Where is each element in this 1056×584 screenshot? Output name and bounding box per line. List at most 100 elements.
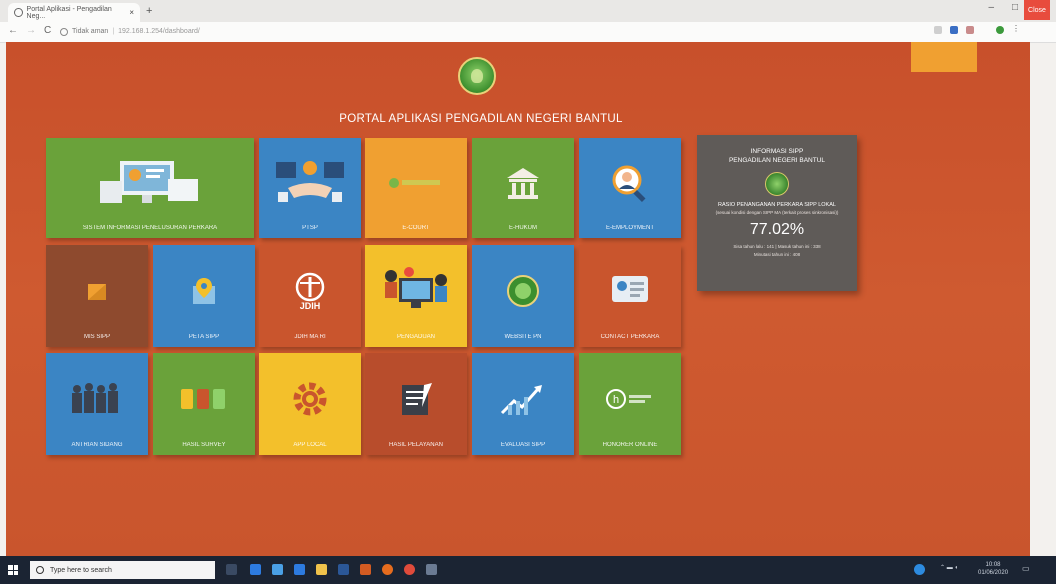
app-tile-label: PTSP <box>302 225 318 231</box>
envelope-icon <box>86 280 108 302</box>
search-icon <box>36 566 44 574</box>
mail-icon[interactable] <box>272 564 283 575</box>
notepad-icon <box>398 381 434 417</box>
app-tile[interactable]: E-COURT <box>365 138 467 238</box>
app-tile[interactable]: E-EMPLOYMENT <box>579 138 681 238</box>
back-button[interactable]: ← <box>8 25 18 36</box>
app-tile-label: ANTRIAN SIDANG <box>71 442 123 448</box>
store-icon[interactable] <box>294 564 305 575</box>
page-title: PORTAL APLIKASI PENGADILAN NEGERI BANTUL <box>339 113 623 125</box>
info-note: (sesuai kondisi dengan SIPP MA (terkait … <box>715 210 839 215</box>
url-field[interactable]: Tidak aman | 192.168.1.254/dashboard/ <box>60 24 920 39</box>
app-tile[interactable]: HASIL PELAYANAN <box>365 353 467 455</box>
info-heading-line2: PENGADILAN NEGERI BANTUL <box>728 157 826 164</box>
app-tile[interactable]: PETA SIPP <box>153 245 255 347</box>
app-tile[interactable]: MIS SIPP <box>46 245 148 347</box>
app-tile[interactable]: PTSP <box>259 138 361 238</box>
notification-icon[interactable]: ▭ <box>1022 564 1030 573</box>
bookmark-star-icon[interactable] <box>950 26 958 34</box>
portal-page: PORTAL APLIKASI PENGADILAN NEGERI BANTUL… <box>6 42 1030 556</box>
edge-icon[interactable] <box>250 564 261 575</box>
taskbar-search-input[interactable]: Type here to search <box>30 561 215 579</box>
app-tile-label: EVALUASI SIPP <box>500 442 546 448</box>
search-placeholder: Type here to search <box>50 566 112 574</box>
url-text: 192.168.1.254/dashboard/ <box>118 28 200 35</box>
app-tile[interactable]: PENGADUAN <box>365 245 467 347</box>
extension-icon[interactable] <box>966 26 974 34</box>
ecourt-logo-icon <box>386 175 446 191</box>
word-icon[interactable] <box>338 564 349 575</box>
court-logo-icon <box>458 57 496 95</box>
app-tile-label: CONTACT PERKARA <box>600 334 660 340</box>
handshake-icon <box>270 158 350 208</box>
address-bar: ← → C Tidak aman | 192.168.1.254/dashboa… <box>0 22 1056 43</box>
stats-line-1: Sisa tahun lalu : 141 | Masuk tahun ini … <box>733 244 821 249</box>
app-tile[interactable]: APP LOCAL <box>259 353 361 455</box>
queue-people-icon <box>69 381 125 417</box>
building-icon <box>505 166 541 200</box>
translate-icon[interactable] <box>934 26 942 34</box>
minimize-button[interactable]: – <box>988 2 994 13</box>
taskbar-clock[interactable]: 10:08 01/06/2020 <box>978 561 1008 577</box>
info-icon <box>60 27 68 36</box>
globe-icon <box>14 8 23 17</box>
new-tab-button[interactable]: + <box>146 5 152 17</box>
app-tile-label: PETA SIPP <box>188 334 220 340</box>
app-tile-label: WEBSITE PN <box>504 334 542 340</box>
ratio-percentage: 77.02% <box>749 221 805 238</box>
forward-button[interactable]: → <box>26 25 36 36</box>
info-subtitle: RASIO PENANGANAN PERKARA SIPP LOKAL <box>718 202 836 208</box>
survey-icon <box>179 387 229 411</box>
court-emblem-icon <box>506 274 540 308</box>
app-tile[interactable]: JDIH JDIH MA RI <box>259 245 361 347</box>
sipp-info-panel: INFORMASI SIPP PENGADILAN NEGERI BANTUL … <box>697 135 857 291</box>
app-tile[interactable]: EVALUASI SIPP <box>472 353 574 455</box>
app-tile-label: HASIL SURVEY <box>182 442 226 448</box>
menu-dots-icon[interactable]: ⋮ <box>1012 24 1020 33</box>
app-tile[interactable]: WEBSITE PN <box>472 245 574 347</box>
app-tile-label: E-HUKUM <box>509 225 537 231</box>
app-tile-label: HASIL PELAYANAN <box>389 442 443 448</box>
app-tile[interactable]: h HONORER ONLINE <box>579 353 681 455</box>
task-view-icon[interactable] <box>226 564 237 575</box>
app-tile[interactable]: SISTEM INFORMASI PENELUSURAN PERKARA <box>46 138 254 238</box>
reload-button[interactable]: C <box>44 25 51 36</box>
app-tile-label: JDIH MA RI <box>294 334 326 340</box>
close-window-button[interactable]: Close <box>1024 0 1050 20</box>
gear-icon <box>290 379 330 419</box>
stats-line-2: Minutasi tahun ini : 408 <box>753 252 801 257</box>
close-label: Close <box>1028 6 1046 14</box>
jdih-scales-icon: JDIH <box>290 271 330 311</box>
windows-start-icon[interactable] <box>8 565 18 575</box>
svg-text:h: h <box>613 394 619 406</box>
h-circle-icon: h <box>605 388 655 410</box>
svg-text:JDIH: JDIH <box>300 301 321 311</box>
chrome-icon[interactable] <box>404 564 415 575</box>
browser-tab-bar: Portal Aplikasi - Pengadilan Neg... × + … <box>0 0 1056 22</box>
corner-accent-block <box>911 42 977 72</box>
app-tile-label: MIS SIPP <box>83 334 110 340</box>
app-tile[interactable]: E-HUKUM <box>472 138 574 238</box>
url-separator: | <box>112 28 115 35</box>
computer-devices-icon <box>100 157 200 209</box>
tray-icons[interactable]: ⌃ ▬ ◖ <box>940 564 958 571</box>
tray-app-icon[interactable] <box>914 564 925 575</box>
app-tile[interactable]: CONTACT PERKARA <box>579 245 681 347</box>
file-explorer-icon[interactable] <box>316 564 327 575</box>
browser-tab[interactable]: Portal Aplikasi - Pengadilan Neg... × <box>8 3 140 22</box>
map-pin-icon <box>191 276 217 306</box>
firefox-icon[interactable] <box>382 564 393 575</box>
app-tile[interactable]: HASIL SURVEY <box>153 353 255 455</box>
app-tile[interactable]: ANTRIAN SIDANG <box>46 353 148 455</box>
powerpoint-icon[interactable] <box>360 564 371 575</box>
clock-date: 01/06/2020 <box>978 570 1009 576</box>
maximize-button[interactable]: □ <box>1012 2 1018 13</box>
chart-growth-icon <box>498 379 548 419</box>
info-heading: INFORMASI SIPP PENGADILAN NEGERI BANTUL <box>697 147 857 165</box>
app-tile-label: E-EMPLOYMENT <box>605 225 654 231</box>
app-icon[interactable] <box>426 564 437 575</box>
profile-avatar-icon[interactable] <box>996 26 1004 34</box>
app-tile-label: HONORER ONLINE <box>602 442 658 448</box>
tab-close-icon[interactable]: × <box>129 8 134 17</box>
windows-taskbar: Type here to search ⌃ ▬ ◖ 10:08 01/06/20… <box>0 556 1056 584</box>
